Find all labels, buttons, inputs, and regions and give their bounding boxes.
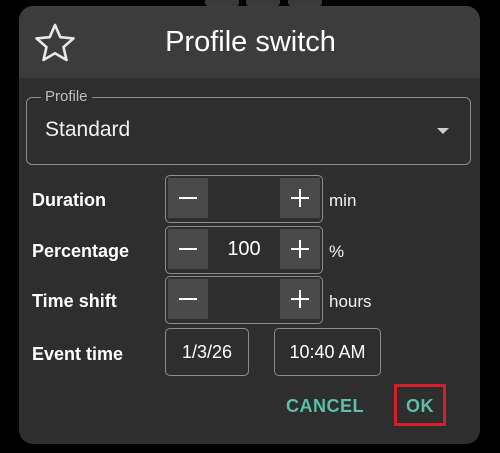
dialog-header: Profile switch [19,6,480,78]
time-shift-input[interactable] [210,277,278,322]
duration-unit: min [329,191,357,210]
duration-increment-button[interactable] [280,178,320,218]
percentage-unit: % [329,242,345,261]
time-shift-decrement-button[interactable] [168,279,208,319]
minus-icon [179,297,197,301]
percentage-decrement-button[interactable] [168,229,208,269]
cancel-button[interactable]: CANCEL [285,389,365,423]
minus-icon [179,247,197,251]
profile-value: Standard [45,118,131,141]
percentage-stepper: 100 [165,226,323,274]
event-date-button[interactable]: 1/3/26 [165,328,249,376]
minus-icon [179,196,197,200]
percentage-increment-button[interactable] [280,229,320,269]
duration-label: Duration [32,190,106,210]
plus-icon [291,240,309,258]
event-time-label: Event time [32,344,124,364]
profile-switch-dialog: Profile switch Profile Standard Duration… [19,6,480,444]
duration-input[interactable] [210,176,278,221]
profile-label: Profile [41,88,92,106]
duration-stepper [165,175,323,223]
dialog-title: Profile switch [165,26,336,58]
event-time-button[interactable]: 10:40 AM [274,328,381,376]
plus-icon [291,290,309,308]
plus-icon [291,189,309,207]
duration-decrement-button[interactable] [168,178,208,218]
dropdown-arrow-icon [437,128,449,134]
percentage-label: Percentage [32,241,130,261]
time-shift-unit: hours [329,292,372,311]
time-shift-label: Time shift [32,291,117,311]
ok-highlight-box [394,384,446,426]
time-shift-stepper [165,276,323,324]
time-shift-increment-button[interactable] [280,279,320,319]
profile-select[interactable]: Profile Standard [26,88,471,165]
percentage-input[interactable]: 100 [210,227,278,272]
